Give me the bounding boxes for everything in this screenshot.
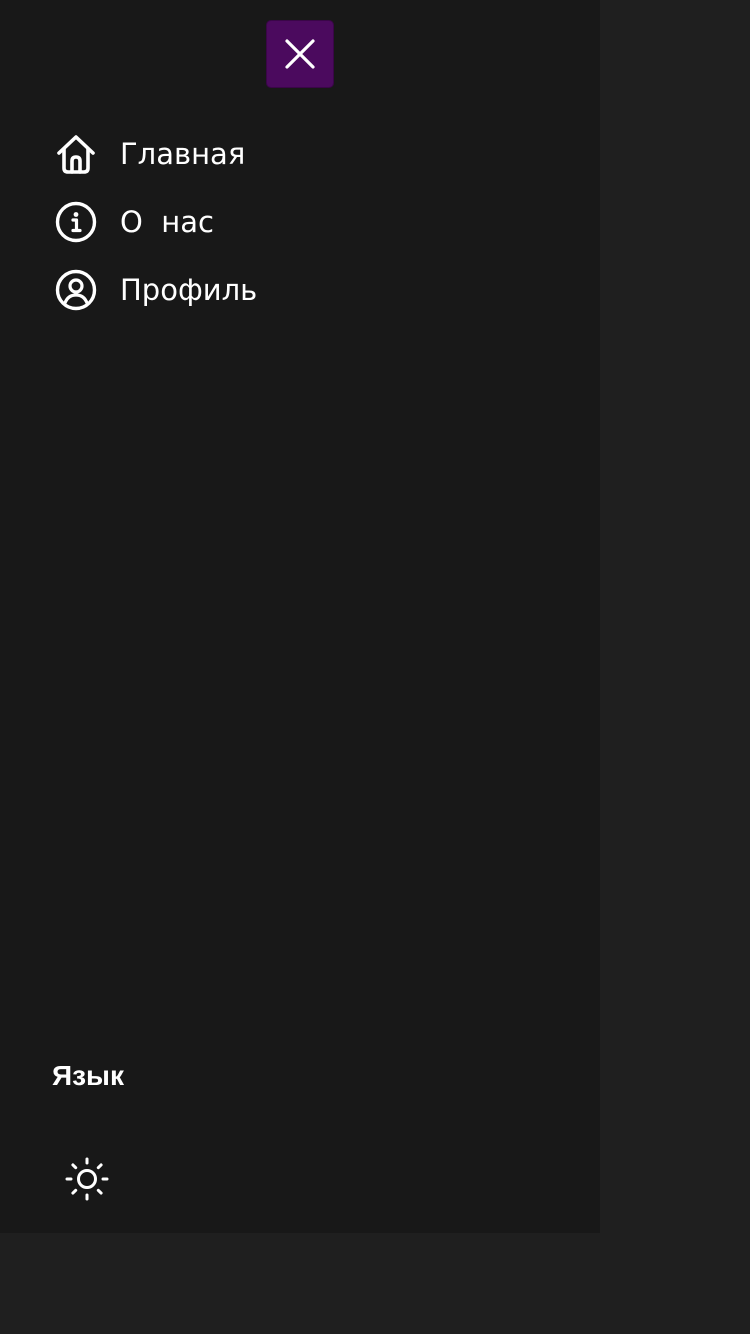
nav-item-about[interactable]: О нас bbox=[54, 200, 454, 244]
nav-item-home[interactable]: Главная bbox=[54, 132, 454, 176]
close-menu-button[interactable] bbox=[266, 20, 334, 88]
language-section-title: Язык bbox=[52, 1060, 124, 1091]
nav-item-profile[interactable]: Профиль bbox=[54, 268, 454, 312]
info-icon bbox=[54, 200, 98, 244]
close-icon bbox=[285, 39, 315, 69]
nav-item-label: Профиль bbox=[120, 273, 258, 307]
page: Главная О нас Профиль Язык bbox=[0, 0, 750, 1334]
side-drawer: Главная О нас Профиль Язык bbox=[0, 0, 600, 1233]
nav-item-label: Главная bbox=[120, 137, 246, 171]
theme-toggle-button[interactable] bbox=[64, 1156, 110, 1202]
user-circle-icon bbox=[54, 268, 98, 312]
home-icon bbox=[54, 132, 98, 176]
sun-icon bbox=[65, 1157, 109, 1201]
nav-item-label: О нас bbox=[120, 205, 214, 239]
drawer-nav: Главная О нас Профиль bbox=[54, 132, 454, 336]
